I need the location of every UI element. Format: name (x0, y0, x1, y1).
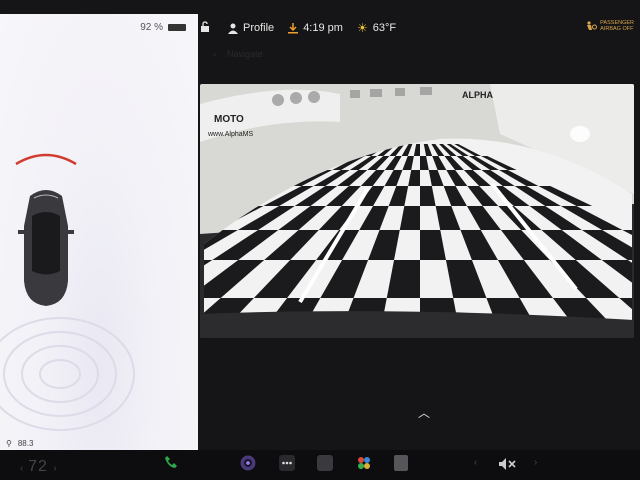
banner-url: www.AlphaMS (207, 131, 253, 138)
sun-icon: ☀ (356, 21, 368, 35)
cabin-temperature[interactable]: ‹ 72 › (20, 458, 58, 476)
chevron-right-icon: › (53, 463, 58, 474)
camera-app-icon[interactable] (240, 455, 256, 471)
more-icon[interactable] (279, 455, 295, 471)
navigate-placeholder: Navigate (227, 49, 263, 59)
outside-temperature: ☀ 63°F (357, 21, 396, 35)
profile-button[interactable]: Profile (228, 22, 274, 34)
airbag-line2: AIRBAG OFF (600, 26, 634, 32)
passenger-airbag-status: PASSENGER AIRBAG OFF (586, 20, 634, 32)
touchscreen: 92 % ⚲ 88.3 Profile 4:19 pm ☀ 63°F PASSE… (0, 0, 640, 480)
battery-icon (168, 24, 186, 31)
battery-percent: 92 % (140, 22, 163, 33)
mute-icon[interactable] (498, 457, 518, 471)
apps-icon[interactable] (356, 455, 372, 471)
bottom-dock: ‹ 72 › ‹ › (0, 450, 640, 480)
odometer: ⚲ 88.3 (6, 439, 33, 448)
status-bar: Profile 4:19 pm ☀ 63°F PASSENGER AIRBAG … (196, 16, 640, 40)
proximity-warning-arc (15, 153, 77, 166)
temperature-label: 63°F (372, 22, 397, 34)
toybox-icon[interactable] (317, 455, 333, 471)
banner-right-text: ALPHA (462, 90, 493, 100)
chevron-left-icon: ‹ (20, 463, 29, 474)
car-visualization-panel: 92 % ⚲ 88.3 (0, 14, 198, 452)
car-top-view (18, 190, 74, 306)
profile-label: Profile (243, 22, 275, 34)
odometer-value: 88.3 (17, 439, 34, 448)
time-label: 4:19 pm (303, 22, 343, 34)
download-icon (288, 22, 299, 33)
lock-icon[interactable] (200, 20, 210, 36)
phone-icon[interactable] (164, 455, 178, 469)
navigate-search[interactable]: ⌕ Navigate (212, 44, 362, 64)
clock: 4:19 pm (288, 22, 343, 34)
next-chevron-icon[interactable]: › (534, 457, 537, 468)
ripple-pattern (0, 317, 135, 431)
prev-chevron-icon[interactable]: ‹ (474, 457, 477, 468)
person-icon (228, 23, 238, 34)
rear-camera-view: MOTO www.AlphaMS ALPHA (200, 84, 634, 338)
airbag-icon (587, 20, 598, 30)
calendar-icon[interactable] (394, 455, 408, 471)
chevron-up-icon[interactable]: ︿ (418, 404, 430, 421)
odometer-icon: ⚲ (6, 439, 12, 448)
banner-title: MOTO (214, 114, 244, 125)
cabin-temperature-value: 72 (28, 458, 48, 475)
search-icon: ⌕ (212, 48, 218, 59)
battery-indicator: 92 % (140, 22, 186, 33)
